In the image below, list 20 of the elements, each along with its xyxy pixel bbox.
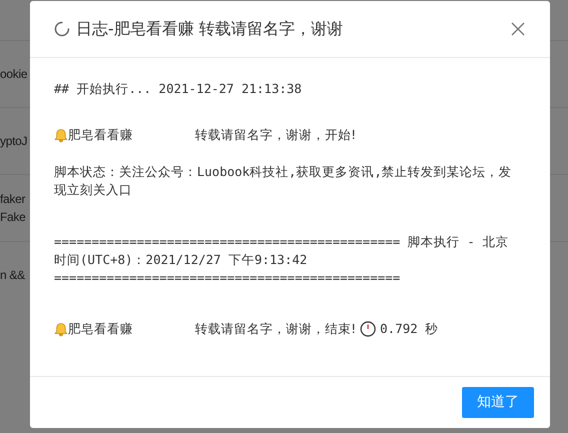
close-button[interactable] <box>510 21 526 37</box>
log-line: 脚本状态：关注公众号：Luobook科技社,获取更多资讯,禁止转发到某论坛，发现立刻关入口 <box>54 163 513 199</box>
ok-button[interactable]: 知道了 <box>462 387 534 418</box>
background-cell-text: faker <box>0 191 26 208</box>
bell-icon <box>54 128 68 142</box>
background-cell-text: Fake <box>0 209 26 226</box>
log-script-name: 肥皂看看赚 <box>68 126 133 144</box>
log-line: ## 开始执行... 2021-12-27 21:13:38 <box>54 80 303 98</box>
background-cell-text: ookie <box>0 66 28 83</box>
log-message: 转载请留名字，谢谢，结束! <box>195 320 356 338</box>
stopwatch-icon <box>360 321 376 337</box>
log-duration: 0.792 秒 <box>380 320 438 338</box>
background-cell-text: n && <box>0 267 25 284</box>
log-message: 转载请留名字，谢谢，开始! <box>195 126 356 144</box>
log-script-name: 肥皂看看赚 <box>68 320 133 338</box>
log-line: ============================================== 脚本执行 - 北京时间(UTC+8)：2021/12/27 下午9:13:42 ============================================== <box>54 233 510 287</box>
loading-spinner-icon <box>54 21 70 37</box>
bell-icon <box>54 322 68 336</box>
background-cell-text: yptoJ <box>0 133 28 150</box>
dialog-title: 日志-肥皂看看赚 转载请留名字，谢谢 <box>76 18 343 40</box>
